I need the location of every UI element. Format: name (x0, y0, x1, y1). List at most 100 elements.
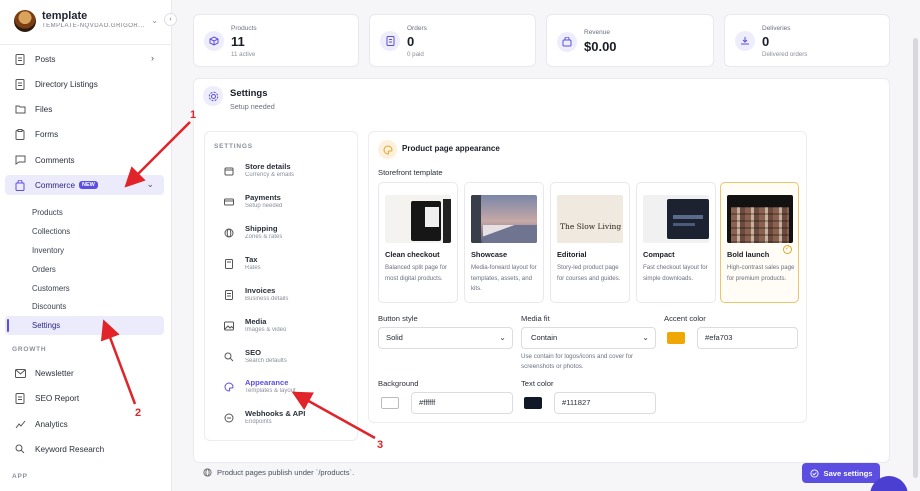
accent-color-swatch[interactable] (667, 332, 685, 344)
template-desc: Balanced split page for most digital pro… (385, 264, 447, 282)
wallet-icon (557, 32, 577, 52)
sidebar-item-keyword-research[interactable]: Keyword Research (5, 439, 164, 459)
invoice-icon (225, 290, 233, 300)
stat-value: 11 (231, 34, 245, 49)
calculator-icon (225, 259, 233, 269)
sidebar-item-newsletter[interactable]: Newsletter (5, 363, 164, 383)
folder-icon (14, 103, 26, 115)
settings-nav-tax[interactable]: Tax Rates (219, 253, 349, 279)
accent-color-label: Accent color (664, 314, 706, 323)
store-icon (224, 167, 234, 176)
scrollbar[interactable] (913, 38, 918, 478)
settings-nav-title: Media (245, 317, 267, 326)
sidebar-subitem-inventory[interactable]: Inventory (5, 241, 164, 260)
text-color-label: Text color (521, 379, 554, 388)
mail-icon (14, 367, 26, 379)
sidebar-item-label: Commerce (35, 180, 76, 190)
settings-nav-title: Invoices (245, 286, 276, 295)
publish-note-text: Product pages publish under `/products`. (217, 468, 355, 477)
chevron-updown-icon: ⌄ (151, 16, 158, 25)
section-label-app: APP (12, 473, 28, 480)
background-label: Background (378, 379, 419, 388)
palette-icon (378, 140, 397, 159)
document-icon (14, 78, 26, 90)
text-color-swatch[interactable] (524, 397, 542, 409)
template-desc: Media-forward layout for templates, asse… (471, 264, 537, 292)
template-desc: Fast checkout layout for simple download… (643, 264, 708, 282)
annotation-number-1: 1 (190, 109, 197, 121)
media-fit-select[interactable]: Contain ⌄ (521, 327, 656, 349)
save-settings-button[interactable]: Save settings (802, 463, 880, 483)
background-color-input[interactable]: #ffffff (411, 392, 513, 414)
template-card-clean-checkout[interactable]: Clean checkout Balanced split page for m… (378, 182, 458, 303)
storefront-template-label: Storefront template (378, 168, 443, 177)
template-desc: Story-led product page for courses and g… (557, 264, 621, 282)
stat-sub: Delivered orders (762, 51, 808, 58)
settings-nav-desc: Search defaults (245, 358, 287, 364)
stat-label: Orders (407, 25, 427, 32)
chevron-down-icon: ⌄ (499, 333, 506, 342)
collapse-sidebar-button[interactable]: ‹ (164, 13, 177, 26)
annotation-number-2: 2 (135, 407, 142, 419)
sidebar-item-seo-report[interactable]: SEO Report (5, 388, 164, 408)
receipt-icon (380, 31, 400, 51)
new-badge: NEW (79, 181, 98, 189)
document-icon (14, 53, 26, 65)
settings-nav-desc: Templates & layout (245, 388, 296, 394)
sidebar-item-forms[interactable]: Forms (5, 124, 164, 144)
sidebar-item-label: Files (35, 104, 53, 114)
stat-sub: 11 active (231, 51, 256, 58)
settings-nav-appearance[interactable]: Appearance Templates & layout (219, 376, 349, 402)
sidebar-item-label: Newsletter (35, 368, 74, 378)
sidebar-item-directory-listings[interactable]: Directory Listings (5, 74, 164, 94)
template-card-editorial[interactable]: The Slow Living Guide Editorial Story-le… (550, 182, 630, 303)
sidebar-subitem-collections[interactable]: Collections (5, 222, 164, 241)
settings-nav-shipping[interactable]: Shipping Zones & rates (219, 222, 349, 248)
sidebar-subitem-settings[interactable]: Settings (5, 316, 164, 335)
sidebar-item-comments[interactable]: Comments (5, 150, 164, 170)
button-style-select[interactable]: Solid ⌄ (378, 327, 513, 349)
sidebar-subitem-products[interactable]: Products (5, 203, 164, 222)
sidebar-item-commerce[interactable]: Commerce NEW ⌄ (5, 175, 164, 195)
template-name: Showcase (471, 250, 508, 259)
settings-nav-title: Payments (245, 193, 281, 202)
sidebar-item-files[interactable]: Files (5, 99, 164, 119)
sidebar-item-label: Keyword Research (35, 444, 105, 454)
settings-nav-title: Store details (245, 162, 291, 171)
settings-nav-media[interactable]: Media Images & video (219, 315, 349, 341)
org-switcher[interactable]: template TEMPLATE-NQVDAO.GRIGOR... ⌄ (14, 10, 164, 34)
sidebar-subitem-discounts[interactable]: Discounts (5, 297, 164, 316)
sidebar-subitem-orders[interactable]: Orders (5, 260, 164, 279)
stat-card-revenue: Revenue $0.00 (546, 14, 714, 67)
template-card-showcase[interactable]: Showcase Media-forward layout for templa… (464, 182, 544, 303)
chevron-down-icon: ⌄ (642, 333, 649, 342)
report-icon (14, 392, 26, 404)
background-color-swatch[interactable] (381, 397, 399, 409)
settings-nav-seo[interactable]: SEO Search defaults (219, 346, 349, 372)
settings-nav-payments[interactable]: Payments Setup needed (219, 191, 349, 217)
accent-color-input[interactable]: #efa703 (697, 327, 798, 349)
stat-card-deliveries: Deliveries 0 Delivered orders (724, 14, 890, 67)
template-thumbnail (727, 195, 793, 243)
media-fit-help: Use contain for logos/icons and cover fo… (521, 353, 634, 370)
template-name: Bold launch (727, 250, 770, 259)
stat-label: Deliveries (762, 25, 791, 32)
org-name: template (42, 10, 88, 22)
sidebar-item-posts[interactable]: Posts › (5, 49, 164, 69)
template-card-bold-launch[interactable]: Bold launch ✓ High-contrast sales page f… (720, 182, 799, 303)
text-color-input[interactable]: #111827 (554, 392, 656, 414)
template-card-compact[interactable]: Compact Fast checkout layout for simple … (636, 182, 716, 303)
page-title: Settings (230, 88, 268, 99)
sidebar-item-label: Forms (35, 129, 59, 139)
save-button-label: Save settings (823, 468, 873, 478)
settings-nav-title: Webhooks & API (245, 409, 306, 418)
media-fit-label: Media fit (521, 314, 550, 323)
webhook-icon (224, 413, 234, 423)
trend-chart-icon (14, 418, 26, 430)
settings-nav-desc: Rates (245, 265, 261, 271)
sidebar-subitem-customers[interactable]: Customers (5, 279, 164, 298)
stat-value: 0 (762, 34, 770, 49)
settings-nav-invoices[interactable]: Invoices Business details (219, 284, 349, 310)
settings-nav-webhooks[interactable]: Webhooks & API Endpoints (219, 407, 349, 433)
settings-nav-store-details[interactable]: Store details Currency & emails (219, 160, 349, 186)
